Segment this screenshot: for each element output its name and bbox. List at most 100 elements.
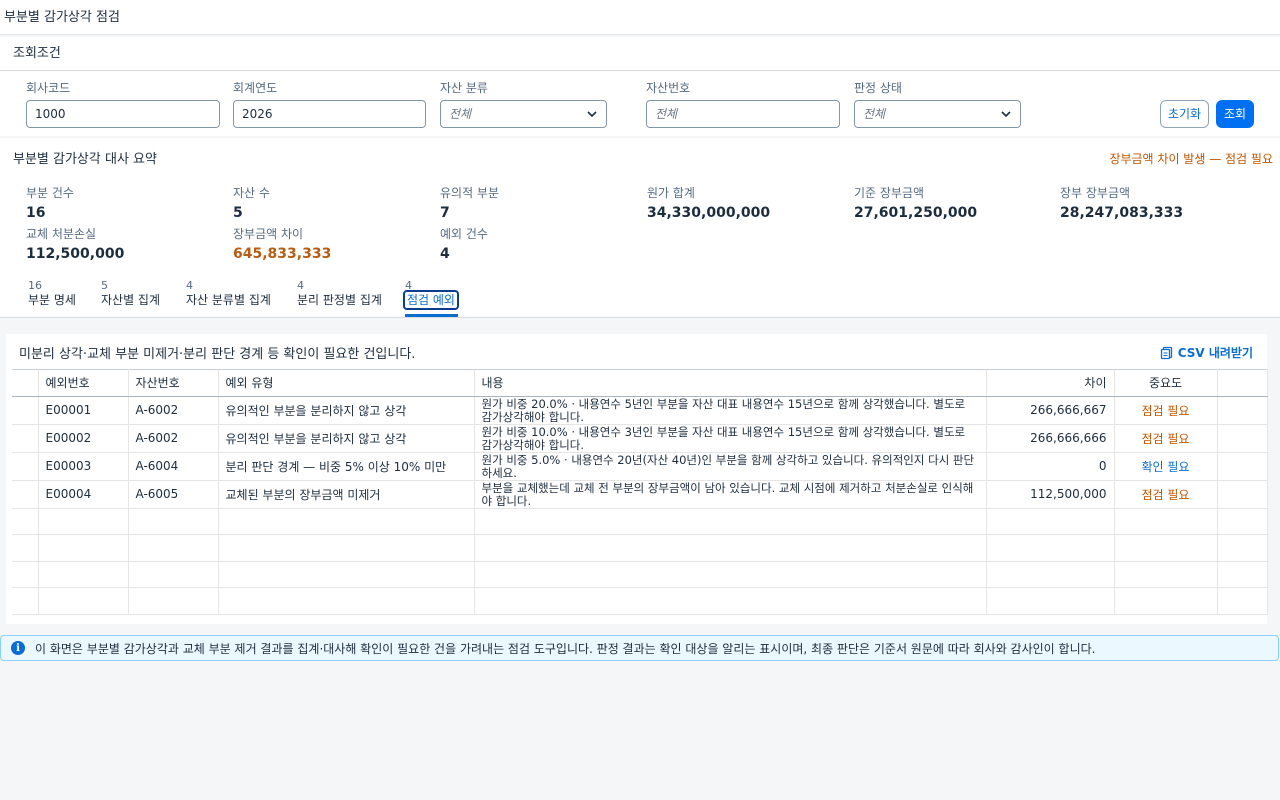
kpi-label: 장부금액 차이 [233, 227, 304, 241]
kpi-asset-count: 자산 수 5 [233, 185, 270, 223]
summary-panel: 부분별 감가상각 대사 요약 장부금액 차이 발생 — 점검 필요 부분 건수 … [0, 138, 1280, 266]
tab-bar: 16 부분 명세 5 자산별 집계 4 자산 분류별 집계 4 분리 판정별 집… [0, 266, 1280, 318]
asset-number-input[interactable]: 전체 [646, 100, 840, 128]
column-header-asset-number[interactable]: 자산번호 [128, 369, 219, 397]
tab-part-details[interactable]: 16 부분 명세 [28, 279, 76, 308]
kpi-value: 645,833,333 [233, 246, 332, 262]
kpi-label: 예외 건수 [440, 227, 488, 241]
csv-download-label: CSV 내려받기 [1177, 346, 1253, 360]
kpi-replacement-loss: 교체 처분손실 112,500,000 [26, 226, 124, 264]
kpi-reference-book-value: 기준 장부금액 27,601,250,000 [854, 185, 977, 223]
judgment-status-select[interactable]: 전체 [854, 100, 1021, 128]
exception-type-cell: 유의적인 부분을 분리하지 않고 상각 [218, 424, 475, 453]
download-icon [1160, 346, 1172, 359]
asset-number-cell: A-6005 [128, 480, 219, 509]
fiscal-year-input[interactable]: 2026 [233, 100, 426, 128]
chevron-down-icon [587, 111, 597, 118]
tab-label: 자산 분류별 집계 [186, 293, 271, 307]
active-tab-indicator [405, 314, 458, 317]
kpi-label: 부분 건수 [26, 186, 74, 200]
exception-id-cell: E00002 [38, 424, 129, 453]
table-row[interactable]: E00003 A-6004 분리 판단 경계 — 비중 5% 이상 10% 미만… [12, 452, 1268, 481]
info-icon: i [11, 641, 25, 655]
exception-id-cell: E00001 [38, 396, 129, 425]
difference-cell: 266,666,666 [986, 424, 1115, 453]
tab-asset-summary[interactable]: 5 자산별 집계 [101, 279, 160, 308]
search-button[interactable]: 조회 [1216, 100, 1254, 128]
tab-label: 분리 판정별 집계 [297, 293, 382, 307]
tab-count: 4 [297, 279, 304, 292]
row-selector[interactable] [12, 480, 39, 509]
table-row[interactable]: E00004 A-6005 교체된 부분의 장부금액 미제거 부분을 교체했는데… [12, 480, 1268, 509]
kpi-value: 27,601,250,000 [854, 205, 978, 221]
filler-cell [1216, 396, 1268, 425]
fiscal-year-label: 회계연도 [233, 81, 278, 95]
asset-class-field: 자산 분류 전체 [440, 80, 607, 128]
column-header-detail[interactable]: 내용 [474, 369, 987, 397]
filter-panel-title: 조회조건 [0, 37, 1280, 71]
company-code-field: 회사코드 1000 [26, 80, 220, 128]
tab-inspection-exceptions[interactable]: 4 점검 예외 [403, 279, 459, 310]
kpi-value: 34,330,000,000 [647, 205, 771, 221]
row-selector[interactable] [12, 396, 39, 425]
severity-cell: 점검 필요 [1114, 480, 1218, 509]
severity-cell: 점검 필요 [1114, 424, 1218, 453]
row-selector[interactable] [12, 424, 39, 453]
exceptions-card: 미분리 상각·교체 부분 미제거·분리 판단 경계 등 확인이 필요한 건입니다… [6, 334, 1268, 624]
kpi-label: 원가 합계 [647, 186, 695, 200]
table-header-row: 예외번호 자산번호 예외 유형 내용 차이 중요도 [12, 369, 1268, 397]
filler-cell [1216, 480, 1268, 509]
kpi-label: 자산 수 [233, 186, 270, 200]
kpi-value: 7 [440, 205, 450, 221]
kpi-ledger-book-value: 장부 장부금액 28,247,083,333 [1060, 185, 1183, 223]
difference-cell: 112,500,000 [986, 480, 1115, 509]
difference-cell: 266,666,667 [986, 396, 1115, 425]
asset-number-cell: A-6002 [128, 424, 219, 453]
severity-cell: 점검 필요 [1114, 396, 1218, 425]
empty-row [12, 508, 1268, 535]
asset-number-field: 자산번호 전체 [646, 80, 840, 128]
asset-class-label: 자산 분류 [440, 81, 488, 95]
tab-label: 부분 명세 [28, 293, 76, 307]
judgment-status-value: 전체 [863, 107, 886, 121]
filler-cell [1216, 424, 1268, 453]
filter-row: 회사코드 1000 회계연도 2026 자산 분류 전체 자산번호 전체 판정 … [0, 71, 1280, 136]
kpi-value: 5 [233, 205, 243, 221]
empty-row [12, 561, 1268, 588]
company-code-input[interactable]: 1000 [26, 100, 220, 128]
table-row[interactable]: E00001 A-6002 유의적인 부분을 분리하지 않고 상각 원가 비중 … [12, 396, 1268, 425]
filler-cell [1216, 452, 1268, 481]
kpi-exception-count: 예외 건수 4 [440, 226, 488, 264]
exceptions-table: 예외번호 자산번호 예외 유형 내용 차이 중요도 E00001 A-6002 … [12, 369, 1268, 615]
kpi-value: 16 [26, 205, 46, 221]
csv-download-button[interactable]: CSV 내려받기 [1160, 344, 1253, 361]
kpi-value: 112,500,000 [26, 246, 125, 262]
kpi-label: 유의적 부분 [440, 186, 500, 200]
row-selector[interactable] [12, 452, 39, 481]
tab-separation-judgment-summary[interactable]: 4 분리 판정별 집계 [297, 279, 382, 308]
asset-number-cell: A-6002 [128, 396, 219, 425]
tab-count: 4 [405, 279, 412, 292]
judgment-status-field: 판정 상태 전체 [854, 80, 1021, 128]
column-header-exception-id[interactable]: 예외번호 [38, 369, 129, 397]
tab-asset-class-summary[interactable]: 4 자산 분류별 집계 [186, 279, 271, 308]
filler-header [1216, 369, 1268, 397]
judgment-status-label: 판정 상태 [854, 81, 902, 95]
column-header-difference[interactable]: 차이 [986, 369, 1115, 397]
kpi-significant-parts: 유의적 부분 7 [440, 185, 499, 223]
tab-count: 16 [28, 279, 42, 292]
reset-button[interactable]: 초기화 [1160, 100, 1209, 128]
severity-cell: 확인 필요 [1114, 452, 1218, 481]
exception-id-cell: E00004 [38, 480, 129, 509]
detail-cell: 부분을 교체했는데 교체 전 부분의 장부금액이 남아 있습니다. 교체 시점에… [474, 480, 987, 509]
tab-label: 자산별 집계 [101, 293, 161, 307]
detail-cell: 원가 비중 5.0% · 내용연수 20년(자산 40년)인 부분을 함께 상각… [474, 452, 987, 481]
asset-class-select[interactable]: 전체 [440, 100, 607, 128]
column-header-exception-type[interactable]: 예외 유형 [218, 369, 475, 397]
tab-count: 5 [101, 279, 108, 292]
column-header-severity[interactable]: 중요도 [1114, 369, 1218, 397]
fiscal-year-field: 회계연도 2026 [233, 80, 426, 128]
table-row[interactable]: E00002 A-6002 유의적인 부분을 분리하지 않고 상각 원가 비중 … [12, 424, 1268, 453]
row-selector-header [12, 369, 39, 397]
asset-number-label: 자산번호 [646, 81, 691, 95]
